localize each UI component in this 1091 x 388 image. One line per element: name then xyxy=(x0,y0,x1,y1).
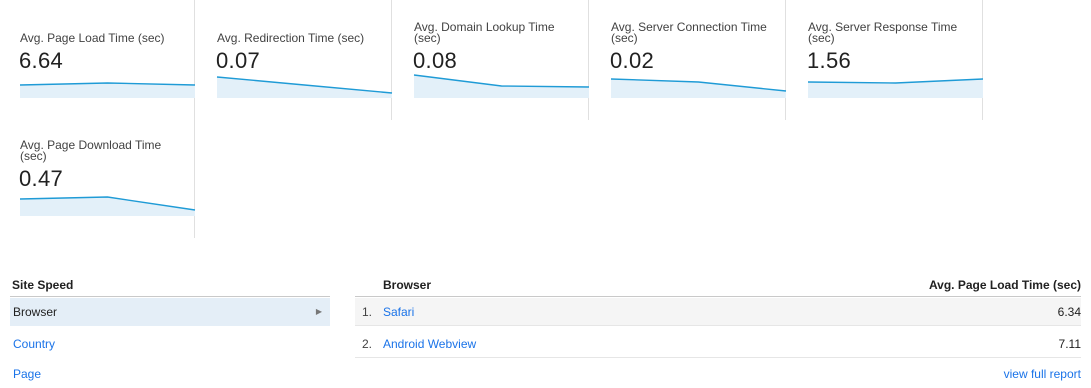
metric-label: Avg. Server Connection Time (sec) xyxy=(611,20,767,45)
view-full-report-link[interactable]: view full report xyxy=(1004,367,1081,381)
site-speed-item-label: Browser xyxy=(13,305,58,319)
chevron-right-icon: ▶ xyxy=(315,307,322,316)
browser-link[interactable]: Android Webview xyxy=(383,330,476,358)
table-row: 2. Android Webview 7.11 xyxy=(355,330,1081,358)
divider xyxy=(355,296,1081,297)
row-value: 6.34 xyxy=(1057,305,1081,319)
site-speed-item-browser[interactable]: Browser ▶ xyxy=(10,298,330,326)
site-speed-item-page[interactable]: Page xyxy=(10,360,330,388)
site-speed-item-label: Country xyxy=(13,337,56,351)
table-col-browser: Browser xyxy=(383,278,432,292)
sparkline xyxy=(610,78,787,98)
metric-label: Avg. Server Response Time (sec) xyxy=(808,20,958,45)
divider xyxy=(10,296,330,297)
metric-label: Avg. Redirection Time (sec) xyxy=(217,31,365,45)
sparkline xyxy=(807,78,984,98)
sparkline xyxy=(19,82,196,98)
site-speed-header: Site Speed xyxy=(12,278,74,292)
row-index: 1. xyxy=(362,305,373,319)
sparkline-area xyxy=(20,83,195,98)
table-col-metric: Avg. Page Load Time (sec) xyxy=(928,278,1081,292)
metric-label: Avg. Domain Lookup Time (sec) xyxy=(414,20,555,45)
sparkline xyxy=(216,76,393,98)
row-value: 7.11 xyxy=(1058,337,1081,351)
sparkline-area xyxy=(217,77,392,98)
site-speed-item-country[interactable]: Country xyxy=(10,330,330,358)
sparkline xyxy=(413,74,590,98)
metric-tile-page-download[interactable]: Avg. Page Download Time (sec) 0.47 xyxy=(0,118,196,238)
metric-tile-redirection[interactable]: Avg. Redirection Time (sec) 0.07 xyxy=(197,0,393,120)
browser-link[interactable]: Safari xyxy=(383,298,414,326)
sparkline xyxy=(19,196,196,216)
site-speed-item-label: Page xyxy=(13,367,42,381)
row-index: 2. xyxy=(362,337,373,351)
table-row: 1. Safari 6.34 xyxy=(355,298,1081,326)
metric-label: Avg. Page Download Time (sec) xyxy=(20,138,162,163)
metric-tile-server-response[interactable]: Avg. Server Response Time (sec) 1.56 xyxy=(788,0,984,120)
metric-tile-page-load[interactable]: Avg. Page Load Time (sec) 6.64 xyxy=(0,0,196,120)
metric-label: Avg. Page Load Time (sec) xyxy=(20,31,165,45)
metric-tile-server-connection[interactable]: Avg. Server Connection Time (sec) 0.02 xyxy=(591,0,787,120)
metric-tile-domain-lookup[interactable]: Avg. Domain Lookup Time (sec) 0.08 xyxy=(394,0,590,120)
